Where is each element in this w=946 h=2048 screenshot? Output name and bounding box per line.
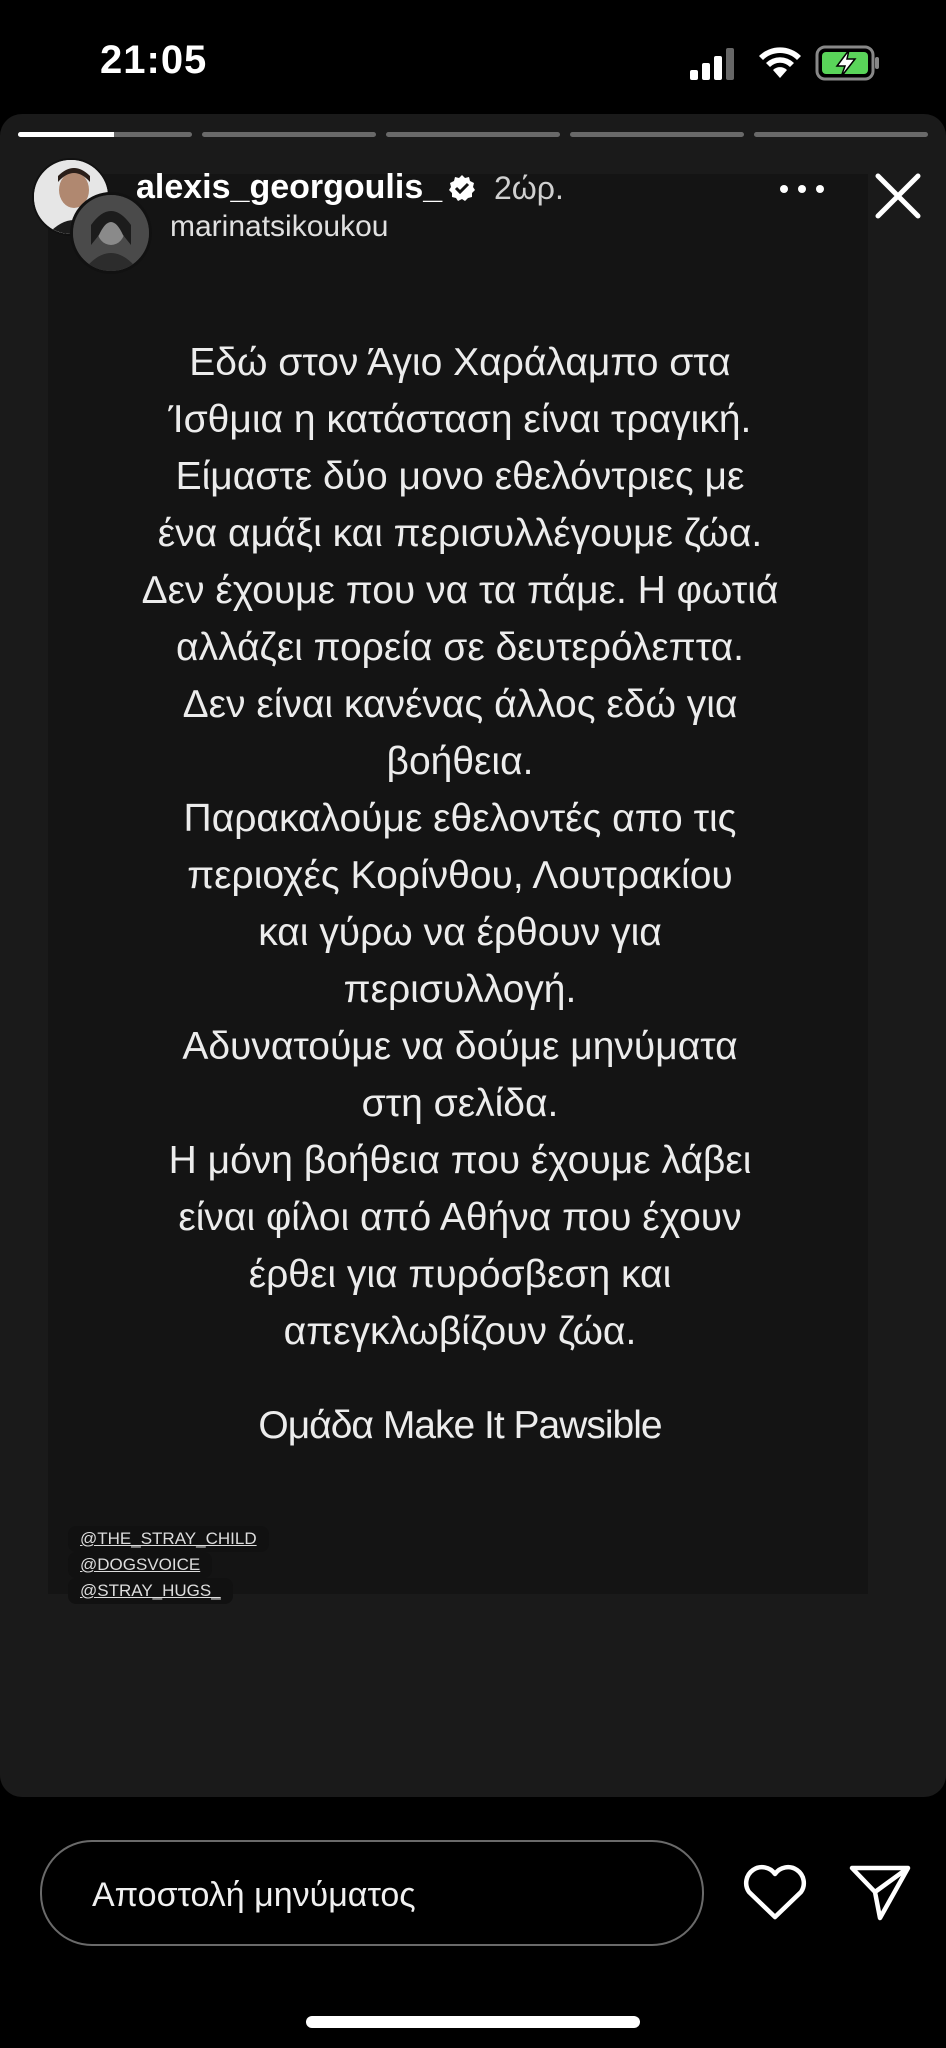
wifi-icon — [759, 47, 801, 78]
progress-segment — [386, 132, 560, 137]
story-text-line: ένα αμάξι και περισυλλέγουμε ζώα. — [157, 512, 763, 555]
story-text-line: Εδώ στον Άγιο Χαράλαμπο στα — [189, 341, 731, 384]
story-text-line: περισυλλογή. — [343, 968, 577, 1011]
story-text-line: περιοχές Κορίνθου, Λουτρακίου — [187, 854, 733, 897]
mention-tag[interactable]: @THE_STRAY_CHILD — [68, 1526, 269, 1552]
story-text: Εδώ στον Άγιο Χαράλαμπο στα Ίσθμια η κατ… — [90, 334, 830, 1360]
progress-segment — [570, 132, 744, 137]
close-icon[interactable] — [868, 166, 928, 226]
verified-badge-icon — [449, 175, 475, 201]
status-bar: 21:05 — [0, 0, 946, 120]
story-text-line: Ίσθμια η κατάσταση είναι τραγική. — [168, 398, 752, 441]
story-progress-bar — [18, 132, 928, 137]
story-text-line: έρθει για πυρόσβεση και — [248, 1253, 672, 1296]
signal-icon — [690, 48, 734, 80]
story-text-line: Η μόνη βοήθεια που έχουμε λάβει — [168, 1139, 752, 1182]
story-text-line: βοήθεια. — [386, 740, 534, 783]
more-options-icon[interactable] — [774, 174, 830, 204]
progress-segment — [202, 132, 376, 137]
battery-charging-icon — [815, 45, 879, 81]
send-icon[interactable] — [848, 1862, 912, 1922]
story-text-line: αλλάζει πορεία σε δευτερόλεπτα. — [176, 626, 744, 669]
story-username[interactable]: alexis_georgoulis_ — [136, 168, 442, 207]
story-header: alexis_georgoulis_ 2ώρ. marinatsikoukou — [0, 154, 946, 274]
mention-stickers: @THE_STRAY_CHILD @DOGSVOICE @STRAY_HUGS_ — [68, 1526, 269, 1604]
story-text-line: Δεν είναι κανένας άλλος εδώ για — [182, 683, 738, 726]
home-indicator — [306, 2016, 640, 2028]
story-text-line: Παρακαλούμε εθελοντές απο τις — [183, 797, 737, 840]
progress-segment — [18, 132, 192, 137]
story-text-line: είναι φίλοι από Αθήνα που έχουν — [178, 1196, 742, 1239]
reply-placeholder: Αποστολή μηνύματος — [92, 1876, 416, 1914]
mention-tag[interactable]: @STRAY_HUGS_ — [68, 1578, 233, 1604]
status-time: 21:05 — [100, 38, 208, 82]
story-text-line: και γύρω να έρθουν για — [258, 911, 662, 954]
story-text-line: Είμαστε δύο μονο εθελόντριες με — [175, 455, 745, 498]
story-text-line: Δεν έχουμε που να τα πάμε. Η φωτιά — [141, 569, 779, 612]
shared-from-username[interactable]: marinatsikoukou — [170, 210, 388, 244]
story-text-line: απεγκλωβίζουν ζώα. — [283, 1310, 637, 1353]
story-text-line: Αδυνατούμε να δούμε μηνύματα — [182, 1025, 738, 1068]
heart-icon[interactable] — [740, 1862, 810, 1922]
story-signature: Ομάδα Make It Pawsible — [258, 1404, 662, 1447]
progress-segment — [754, 132, 928, 137]
story-text-line: στη σελίδα. — [361, 1082, 559, 1125]
story-time-ago: 2ώρ. — [494, 170, 564, 206]
mention-tag[interactable]: @DOGSVOICE — [68, 1552, 213, 1578]
reply-message-input[interactable]: Αποστολή μηνύματος — [40, 1840, 704, 1946]
story-card[interactable]: alexis_georgoulis_ 2ώρ. marinatsikoukou … — [0, 114, 946, 1797]
